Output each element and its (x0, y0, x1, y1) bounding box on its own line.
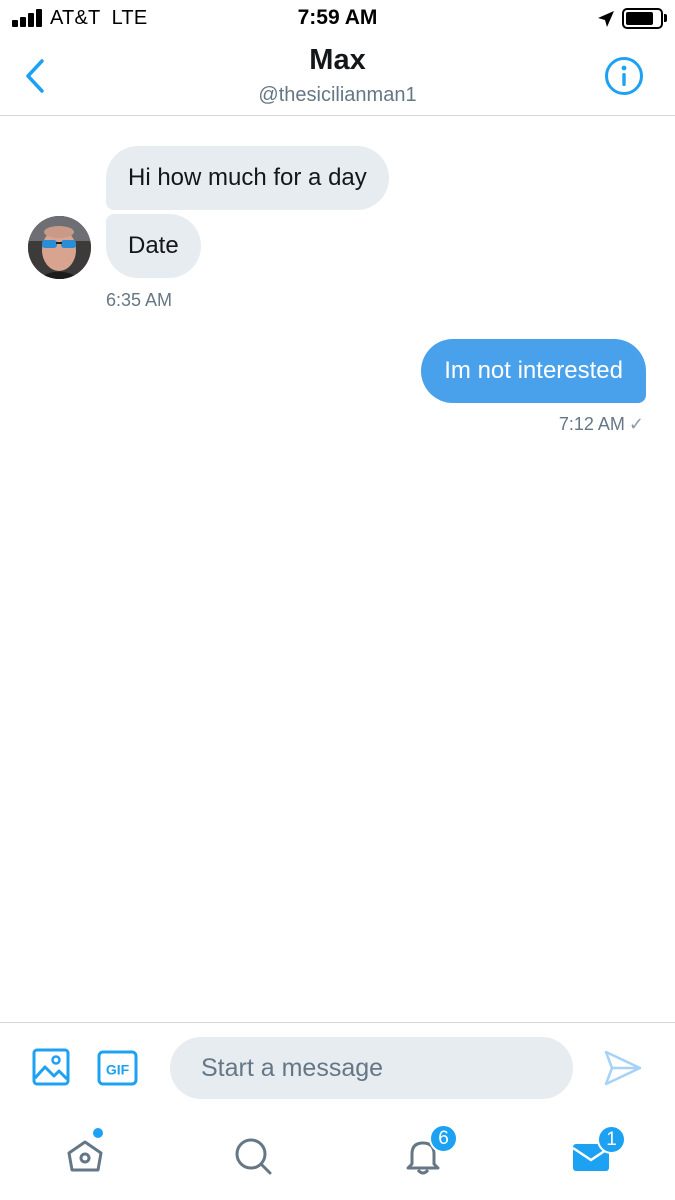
gif-label: GIF (106, 1062, 130, 1078)
tab-bar: 6 1 (0, 1112, 675, 1200)
location-arrow-icon (598, 11, 614, 27)
checkmark-icon: ✓ (628, 414, 644, 434)
notifications-badge: 6 (429, 1124, 458, 1153)
incoming-message[interactable]: Date (106, 214, 201, 278)
message-composer: GIF (0, 1022, 675, 1112)
tab-search[interactable] (223, 1126, 283, 1186)
conversation-header: Max @thesicilianman1 (0, 38, 675, 116)
new-items-dot (93, 1128, 103, 1138)
outgoing-message[interactable]: Im not interested (421, 339, 646, 403)
status-time: 7:59 AM (297, 6, 378, 29)
tab-messages[interactable]: 1 (561, 1125, 626, 1186)
info-icon[interactable] (604, 56, 644, 96)
message-timestamp-outgoing: 7:12 AM ✓ (559, 414, 644, 435)
gif-icon: GIF (97, 1050, 138, 1086)
messages-badge: 1 (597, 1125, 626, 1154)
gif-button[interactable]: GIF (97, 1050, 138, 1086)
contact-handle[interactable]: @thesicilianman1 (0, 84, 675, 107)
tab-notifications[interactable]: 6 (393, 1124, 458, 1186)
message-input[interactable] (170, 1037, 573, 1099)
outgoing-timestamp: 7:12 AM (558, 414, 625, 434)
search-icon (235, 1138, 272, 1175)
message-timestamp: 6:35 AM (106, 290, 173, 310)
contact-name[interactable]: Max (0, 44, 675, 77)
avatar[interactable] (28, 216, 91, 279)
home-icon (67, 1140, 103, 1172)
send-icon[interactable] (603, 1049, 643, 1087)
image-icon[interactable] (32, 1048, 70, 1086)
battery-icon (622, 8, 663, 29)
status-bar: AT&T LTE 7:59 AM (0, 0, 675, 38)
battery-nub (664, 14, 667, 22)
tab-home[interactable] (55, 1126, 115, 1186)
incoming-message[interactable]: Hi how much for a day (106, 146, 389, 210)
